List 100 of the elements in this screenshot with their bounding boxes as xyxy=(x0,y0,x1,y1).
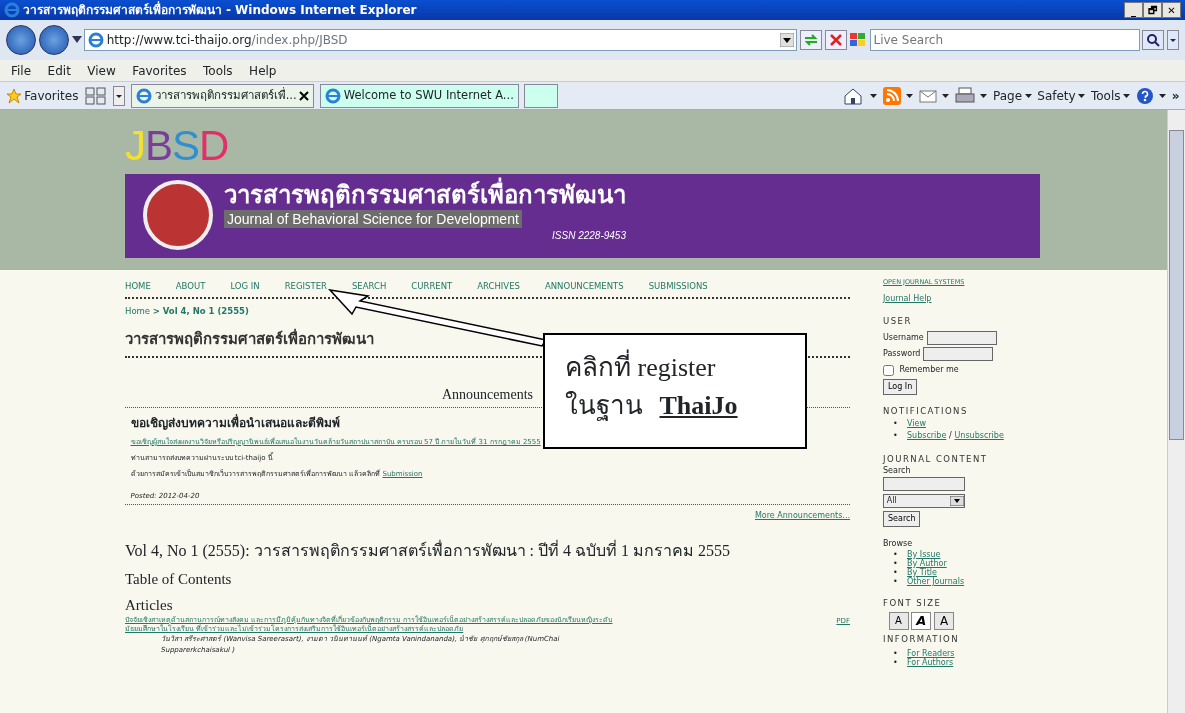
caret-icon[interactable] xyxy=(1159,93,1167,98)
address-field[interactable]: http://www.tci-thaijo.org/index.php/JBSD xyxy=(84,29,798,51)
issn-text: ISSN 2228-9453 xyxy=(552,229,626,243)
menu-item[interactable]: Help xyxy=(249,61,277,80)
search-icon[interactable] xyxy=(1142,30,1165,50)
menu-item[interactable]: View xyxy=(87,61,116,80)
menu-item[interactable]: File xyxy=(11,61,32,80)
breadcrumb-link[interactable]: Home xyxy=(125,304,151,318)
nav-link[interactable]: SUBMISSIONS xyxy=(648,280,708,293)
back-button[interactable] xyxy=(6,25,36,55)
browse-link[interactable]: By Title xyxy=(907,567,937,577)
notification-link[interactable]: Subscribe xyxy=(907,430,947,440)
breadcrumb-link[interactable]: Vol 4, No 1 (2555) xyxy=(162,304,249,318)
login-button[interactable]: Log In xyxy=(883,378,918,395)
dropdown-icon[interactable] xyxy=(1167,30,1179,50)
more-commands-button[interactable]: » xyxy=(1171,86,1180,105)
scope-dropdown[interactable]: All xyxy=(883,494,965,508)
browser-logo-icon xyxy=(88,32,104,48)
browse-label: Browse xyxy=(883,537,914,550)
command-menu[interactable]: Safety xyxy=(1037,86,1086,105)
remember-checkbox[interactable] xyxy=(883,364,894,376)
command-menu[interactable]: Page xyxy=(992,86,1032,105)
bullet-text: • xyxy=(893,549,899,559)
more-announcements-link[interactable]: More Announcements... xyxy=(754,510,850,523)
url-text: http://www.tci-thaijo.org/index.php/JBSD xyxy=(106,32,349,49)
logo-letter: B xyxy=(145,122,172,169)
section-heading: Articles xyxy=(125,595,174,615)
info-link[interactable]: For Readers xyxy=(907,648,955,658)
nav-link[interactable]: LOG IN xyxy=(230,280,260,293)
quick-tabs-icon[interactable] xyxy=(83,85,108,106)
help-link[interactable]: Journal Help xyxy=(883,293,932,305)
logo-letter: J xyxy=(125,122,145,169)
scrollbar[interactable] xyxy=(1167,110,1185,713)
field-label: Search xyxy=(883,465,912,478)
browser-logo-icon xyxy=(324,87,341,104)
refresh-icon[interactable] xyxy=(800,30,822,50)
caret-icon[interactable] xyxy=(906,93,914,98)
close-button[interactable]: ✕ xyxy=(1162,2,1181,18)
font-increase-button[interactable]: A xyxy=(934,612,954,631)
nav-link[interactable]: ANNOUNCEMENTS xyxy=(544,280,624,293)
nav-link[interactable]: ABOUT xyxy=(175,280,206,293)
search-input[interactable] xyxy=(883,477,965,492)
forward-button[interactable] xyxy=(38,25,69,55)
browser-tab[interactable]: Welcome to SWU Internet A... xyxy=(319,83,519,108)
bullet-text: • xyxy=(893,657,899,667)
browser-logo-icon xyxy=(4,2,20,18)
nav-link[interactable]: CURRENT xyxy=(411,280,453,293)
caret-icon xyxy=(1123,93,1131,98)
bullet-text: • xyxy=(893,567,899,577)
new-tab-button[interactable] xyxy=(524,83,559,108)
caret-icon[interactable] xyxy=(980,93,988,98)
search-button[interactable]: Search xyxy=(883,510,921,527)
nav-link[interactable]: REGISTER xyxy=(284,280,327,293)
announcement-title: ขอเชิญส่งบทความเพื่อนำเสนอและตีพิมพ์ xyxy=(130,413,341,432)
sidebar-heading: USER xyxy=(883,315,913,328)
help-icon[interactable] xyxy=(1135,86,1154,105)
sidebar-heading: INFORMATION xyxy=(883,633,961,646)
input-field[interactable] xyxy=(923,347,994,362)
notification-link[interactable]: Unsubscribe xyxy=(954,430,1004,440)
dropdown-icon xyxy=(950,496,964,506)
printer-icon[interactable] xyxy=(954,86,975,105)
search-field[interactable]: Live Search xyxy=(869,29,1140,51)
command-menu[interactable]: Tools xyxy=(1090,86,1131,105)
minimize-button[interactable]: _ xyxy=(1124,2,1143,18)
field-label: Password xyxy=(883,348,921,361)
sidebar-heading: FONT SIZE xyxy=(883,596,943,610)
toc-heading: Table of Contents xyxy=(125,570,233,590)
nav-link[interactable]: SEARCH xyxy=(351,280,387,293)
home-icon[interactable] xyxy=(842,86,865,105)
caret-icon[interactable] xyxy=(942,93,950,98)
maximize-button[interactable]: 🗗 xyxy=(1143,2,1162,18)
favorites-button[interactable]: Favorites xyxy=(5,86,79,105)
nav-link[interactable]: HOME xyxy=(125,280,151,293)
menu-item[interactable]: Favorites xyxy=(132,61,187,80)
menu-item[interactable]: Edit xyxy=(47,61,71,80)
caret-icon[interactable] xyxy=(870,93,878,98)
input-field[interactable] xyxy=(926,330,997,345)
browse-link[interactable]: By Author xyxy=(907,558,947,568)
breadcrumb-separator: > xyxy=(152,304,160,318)
menu-item[interactable]: Tools xyxy=(203,61,233,80)
stop-icon[interactable] xyxy=(824,30,847,50)
dropdown-icon[interactable] xyxy=(71,36,82,44)
font-decrease-button[interactable]: A xyxy=(888,612,909,631)
browse-link[interactable]: By Issue xyxy=(907,549,941,559)
separator-text: / xyxy=(949,430,952,440)
bullet-text: • xyxy=(893,417,899,430)
dropdown-icon[interactable] xyxy=(779,33,794,47)
caret-icon xyxy=(1078,93,1086,98)
checkbox-label: Remember me xyxy=(899,364,959,376)
info-link[interactable]: For Authors xyxy=(907,657,954,667)
browser-tab[interactable]: วารสารพฤติกรรมศาสตร์เพื่... xyxy=(130,83,315,108)
bullet-text: • xyxy=(893,429,899,442)
logo-letter: D xyxy=(199,122,229,169)
font-default-button[interactable]: A xyxy=(911,612,932,631)
notification-link[interactable]: View xyxy=(907,418,926,428)
browse-link[interactable]: Other Journals xyxy=(907,576,965,586)
close-icon[interactable] xyxy=(299,90,310,101)
favorites-label: Favorites xyxy=(24,87,79,105)
nav-link[interactable]: ARCHIVES xyxy=(477,280,520,293)
bullet-text: • xyxy=(893,558,899,568)
